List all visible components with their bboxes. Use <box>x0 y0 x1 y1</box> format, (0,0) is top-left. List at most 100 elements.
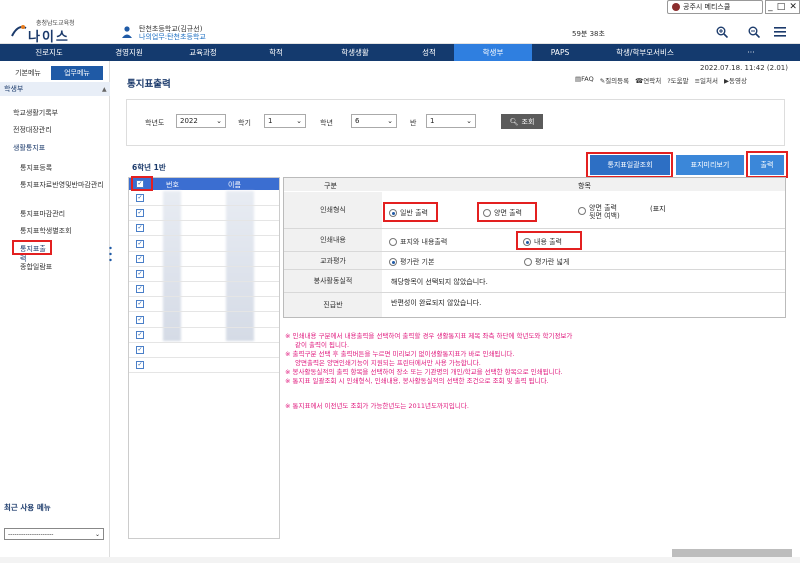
radio-label: 양면 출력 <box>494 209 522 217</box>
toolbar-question[interactable]: ✎질의등록 <box>600 75 629 85</box>
zoom-in-icon[interactable] <box>716 26 728 38</box>
radio-unselected-icon[interactable] <box>524 258 532 266</box>
window-controls[interactable]: _ □ ✕ <box>765 0 800 14</box>
nav-item-curriculum[interactable]: 교육과정 <box>160 44 246 61</box>
student-checkbox[interactable]: ✓ <box>136 224 144 233</box>
radio-selected-icon[interactable] <box>389 258 397 266</box>
caret-icon[interactable]: ▲ <box>102 86 107 93</box>
chevron-down-icon: ⌄ <box>216 117 222 125</box>
toolbar-video[interactable]: ▶동영상 <box>724 75 747 85</box>
year-select[interactable]: 2022 ⌄ <box>176 114 226 128</box>
radio-duplex-blank-back[interactable]: 양면 출력 뒷면 여백) <box>578 204 620 220</box>
sidebar-sub-summary[interactable]: 종합일람표 <box>20 262 52 272</box>
minimize-icon[interactable]: _ <box>768 2 773 12</box>
column-header-name: 이름 <box>228 181 241 189</box>
toolbar-manual[interactable]: ≡일처서 <box>695 75 718 85</box>
radio-unselected-icon[interactable] <box>578 207 586 215</box>
year-value: 2022 <box>180 117 198 125</box>
student-checkbox[interactable]: ✓ <box>136 346 144 354</box>
session-timer: 59분 38초 <box>572 30 605 38</box>
radio-content-only[interactable]: 내용 출력 <box>523 237 562 247</box>
row-label-print-content: 인쇄내용 <box>284 229 382 251</box>
class-select[interactable]: 1 ⌄ <box>426 114 476 128</box>
tab-basic-menu[interactable]: 기본메뉴 <box>5 66 51 80</box>
logo-title[interactable]: 나이스 <box>28 26 70 45</box>
row-label-print-format: 인쇄형식 <box>284 192 382 228</box>
sidebar-item-school-record[interactable]: 학교생활기록부 <box>13 108 58 118</box>
user-organization[interactable]: 나의업무:탄천초등학교 <box>139 32 206 42</box>
radio-eval-wide[interactable]: 평가란 넓게 <box>524 257 569 267</box>
nav-item-registration[interactable]: 학적 <box>246 44 306 61</box>
term-select[interactable]: 1 ⌄ <box>264 114 306 128</box>
radio-label: 일반 출력 <box>400 209 428 217</box>
nav-item-grades[interactable]: 성적 <box>404 44 454 61</box>
sidebar-item-register-management[interactable]: 전정대장관리 <box>13 125 52 135</box>
radio-unselected-icon[interactable] <box>483 209 491 217</box>
chat-icon <box>672 3 680 11</box>
radio-normal-print[interactable]: 일반 출력 <box>389 208 428 218</box>
grade-select[interactable]: 6 ⌄ <box>351 114 397 128</box>
cover-preview-button[interactable]: 표지미리보기 <box>676 155 744 175</box>
horizontal-scrollbar[interactable] <box>672 549 792 557</box>
datetime: 2022.07.18. 11:42 (2.01) <box>700 64 788 72</box>
sidebar-sub-data-reflect[interactable]: 통지표자료반영및반마감관리 <box>20 180 105 190</box>
print-button[interactable]: 출력 <box>750 155 784 175</box>
radio-unselected-icon[interactable] <box>389 238 397 246</box>
term-value: 1 <box>268 117 273 125</box>
search-button[interactable]: 🔍︎ 조회 <box>501 114 543 129</box>
main-navigation: 진로지도 경영지원 교육과정 학적 학생생활 성적 학생부 PAPS 학생/학부… <box>0 44 800 61</box>
nav-item-student-life[interactable]: 학생생활 <box>306 44 404 61</box>
sidebar-sub-report-entry[interactable]: 통지표등록 <box>20 163 52 173</box>
toolbar-contact[interactable]: ☎연락처 <box>635 75 661 85</box>
select-all-checkbox[interactable]: ✓ <box>136 180 144 188</box>
hamburger-menu-icon[interactable] <box>774 27 786 37</box>
nav-item-career[interactable]: 진로지도 <box>0 44 98 61</box>
tab-work-menu[interactable]: 업무메뉴 <box>51 66 103 80</box>
radio-label: 내용 출력 <box>534 238 562 246</box>
splitter-handle[interactable] <box>109 245 112 263</box>
student-checkbox[interactable]: ✓ <box>136 300 144 309</box>
student-checkbox[interactable]: ✓ <box>136 194 144 202</box>
radio-eval-default[interactable]: 평가란 기본 <box>389 257 434 267</box>
grade-value: 6 <box>355 117 360 125</box>
batch-view-button[interactable]: 통지표일괄조회 <box>590 155 670 175</box>
row-label-promotion-class: 진급반 <box>284 293 382 317</box>
nav-item-more[interactable]: ··· <box>702 44 800 61</box>
toolbar-faq[interactable]: ▤FAQ <box>575 75 594 85</box>
student-checkbox[interactable]: ✓ <box>136 270 144 278</box>
maximize-icon[interactable]: □ <box>777 2 786 12</box>
sidebar-sub-close-management[interactable]: 통지표마감관리 <box>20 209 65 219</box>
nav-item-paps[interactable]: PAPS <box>532 44 588 61</box>
bottom-border <box>0 557 800 563</box>
radio-label: 표지와 내용출력 <box>400 238 448 246</box>
student-checkbox[interactable]: ✓ <box>136 239 144 248</box>
toolbar-help[interactable]: ?도움말 <box>667 75 688 85</box>
student-checkbox[interactable]: ✓ <box>136 254 144 263</box>
grade-label: 학년 <box>320 119 333 127</box>
radio-selected-icon[interactable] <box>523 238 531 246</box>
student-checkbox[interactable]: ✓ <box>136 209 144 218</box>
sidebar-sub-report-print[interactable]: 통지표출력 <box>12 240 52 263</box>
radio-cover-and-content[interactable]: 표지와 내용출력 <box>389 237 447 247</box>
nav-item-student-record[interactable]: 학생부 <box>454 44 532 61</box>
radio-label: 양면 출력 뒷면 여백) <box>589 204 620 220</box>
nav-item-parent-service[interactable]: 학생/학부모서비스 <box>588 44 702 61</box>
sidebar-item-report-card[interactable]: 생활통지표 <box>13 143 45 153</box>
sidebar-sub-student-view[interactable]: 통지표학생별조회 <box>20 226 72 236</box>
student-checkbox[interactable]: ✓ <box>136 330 144 339</box>
student-checkbox[interactable]: ✓ <box>136 315 144 324</box>
zoom-out-icon[interactable] <box>748 26 760 38</box>
close-icon[interactable]: ✕ <box>789 2 797 12</box>
student-checkbox[interactable]: ✓ <box>136 285 144 294</box>
note-line: ※ 통지표 일괄조회 시 인쇄형식, 인쇄내용, 봉사활동실적의 선택한 조건으… <box>285 377 549 385</box>
table-row <box>129 220 279 222</box>
recent-menu-select[interactable]: --------------------- ⌄ <box>4 528 104 540</box>
user-icon <box>122 26 132 38</box>
chevron-down-icon: ⌄ <box>387 117 393 125</box>
student-checkbox[interactable]: ✓ <box>136 361 144 370</box>
external-tab-button[interactable]: 공주시 메티스쿨 <box>667 0 763 14</box>
radio-duplex-print[interactable]: 양면 출력 <box>483 208 522 218</box>
nav-item-management[interactable]: 경영지원 <box>98 44 160 61</box>
radio-selected-icon[interactable] <box>389 209 397 217</box>
sidebar-section-title[interactable]: 학생부 <box>0 82 110 96</box>
